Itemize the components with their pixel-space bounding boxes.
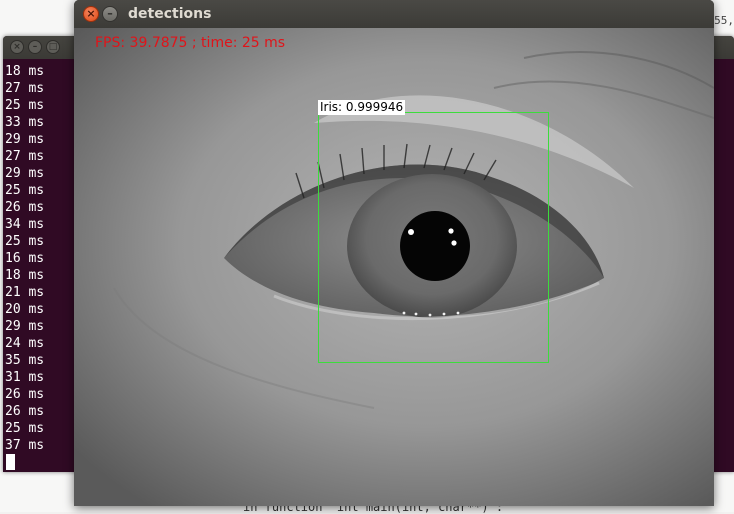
terminal-line: 25 ms bbox=[5, 234, 45, 249]
detection-label: Iris: 0.999946 bbox=[318, 100, 406, 115]
terminal-line: 26 ms bbox=[5, 200, 45, 215]
terminal-cursor bbox=[6, 454, 15, 470]
terminal-line: 26 ms bbox=[5, 387, 45, 402]
close-button[interactable]: × bbox=[83, 6, 99, 22]
terminal-line: 31 ms bbox=[5, 370, 45, 385]
terminal-output: 18 ms 27 ms 25 ms 33 ms 29 ms 27 ms 29 ms 25 ms… bbox=[5, 63, 44, 454]
terminal-line: 21 ms bbox=[5, 285, 45, 300]
minimize-button[interactable]: – bbox=[102, 6, 118, 22]
terminal-line: 26 ms bbox=[5, 404, 45, 419]
terminal-minimize-button[interactable]: – bbox=[28, 40, 42, 54]
terminal-close-button[interactable]: × bbox=[10, 40, 24, 54]
detection-bounding-box bbox=[318, 112, 549, 363]
detections-window[interactable]: × – detections FPS: 39.7875 ; time: 25 m… bbox=[74, 0, 714, 506]
fps-readout: FPS: 39.7875 ; time: 25 ms bbox=[95, 35, 286, 51]
detections-titlebar[interactable]: × – detections bbox=[74, 0, 714, 28]
terminal-line: 37 ms bbox=[5, 438, 45, 453]
terminal-line: 18 ms bbox=[5, 268, 45, 283]
terminal-line: 25 ms bbox=[5, 421, 45, 436]
terminal-line: 18 ms bbox=[5, 64, 45, 79]
terminal-line: 29 ms bbox=[5, 319, 45, 334]
terminal-line: 25 ms bbox=[5, 183, 45, 198]
terminal-line: 35 ms bbox=[5, 353, 45, 368]
terminal-line: 24 ms bbox=[5, 336, 45, 351]
camera-frame: FPS: 39.7875 ; time: 25 ms Iris: 0.99994… bbox=[74, 28, 714, 506]
terminal-line: 25 ms bbox=[5, 98, 45, 113]
terminal-line: 34 ms bbox=[5, 217, 45, 232]
terminal-line: 29 ms bbox=[5, 132, 45, 147]
window-title: detections bbox=[128, 6, 212, 22]
editor-corner-text: 55, bbox=[714, 14, 734, 27]
minimize-icon: – bbox=[107, 7, 113, 20]
terminal-line: 29 ms bbox=[5, 166, 45, 181]
close-icon: × bbox=[86, 7, 96, 20]
terminal-window-controls: × – □ bbox=[10, 40, 60, 54]
terminal-line: 20 ms bbox=[5, 302, 45, 317]
terminal-maximize-button[interactable]: □ bbox=[46, 40, 60, 54]
terminal-line: 27 ms bbox=[5, 149, 45, 164]
terminal-line: 27 ms bbox=[5, 81, 45, 96]
terminal-line: 16 ms bbox=[5, 251, 45, 266]
terminal-line: 33 ms bbox=[5, 115, 45, 130]
